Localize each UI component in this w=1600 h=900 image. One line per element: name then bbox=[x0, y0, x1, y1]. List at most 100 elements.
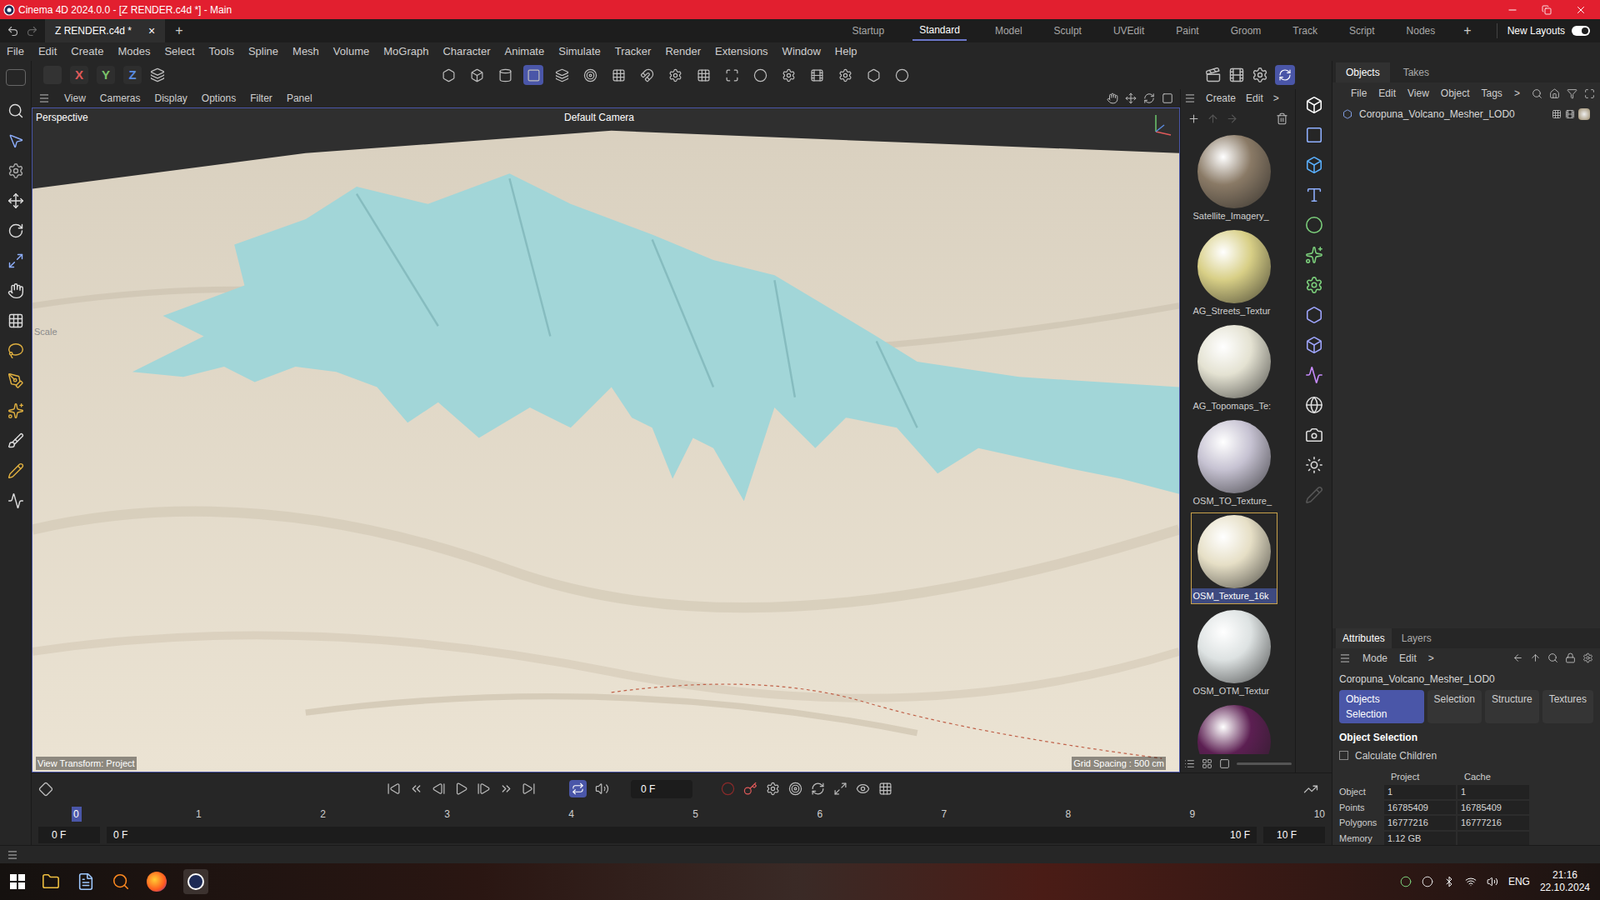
tweak-icon[interactable] bbox=[7, 162, 25, 180]
toolbar-button[interactable] bbox=[863, 65, 884, 85]
point-icon[interactable] bbox=[7, 312, 25, 330]
key-pos-icon[interactable] bbox=[788, 781, 803, 796]
recent-button[interactable] bbox=[43, 65, 62, 85]
render-settings-icon[interactable] bbox=[1251, 66, 1269, 84]
axis-button[interactable]: X bbox=[70, 65, 89, 85]
toolbar-button[interactable] bbox=[891, 65, 912, 85]
cinema4d-task[interactable] bbox=[183, 869, 209, 895]
material-arrow-icon[interactable] bbox=[1225, 112, 1239, 125]
redo-icon[interactable] bbox=[25, 25, 39, 38]
deformer-icon[interactable] bbox=[1305, 305, 1324, 325]
panel-toggle[interactable] bbox=[5, 69, 26, 86]
attributes-tab[interactable]: Attributes bbox=[1335, 628, 1392, 649]
material-item[interactable]: OSM_TO_Texture_ bbox=[1190, 417, 1278, 510]
toolbar-button[interactable] bbox=[438, 65, 459, 85]
menu-item[interactable]: Tracker bbox=[615, 43, 652, 60]
key-pla-icon[interactable] bbox=[878, 781, 893, 796]
record-icon[interactable] bbox=[720, 781, 735, 796]
menu-item[interactable]: Simulate bbox=[558, 43, 601, 60]
toolbar-button[interactable] bbox=[721, 65, 742, 85]
tool-icon[interactable] bbox=[753, 68, 768, 83]
toolbar-button[interactable] bbox=[580, 65, 600, 85]
language[interactable]: ENG bbox=[1508, 874, 1530, 890]
document-close[interactable]: × bbox=[148, 22, 155, 40]
volume-icon[interactable] bbox=[1486, 875, 1499, 888]
layout-tab[interactable]: UVEdit bbox=[1110, 23, 1148, 39]
toolbar-button[interactable] bbox=[693, 65, 714, 85]
attributes-section-button[interactable]: Selection bbox=[1427, 690, 1482, 724]
toolbar-button[interactable] bbox=[495, 65, 515, 85]
toolbar-button[interactable] bbox=[523, 65, 544, 85]
tool-icon[interactable] bbox=[781, 68, 796, 83]
layout-tab[interactable]: Nodes bbox=[1403, 23, 1440, 39]
menu-item[interactable]: Help bbox=[835, 43, 858, 60]
pencil-icon[interactable] bbox=[7, 462, 25, 480]
add-material-icon[interactable] bbox=[1187, 112, 1200, 125]
menu-item[interactable]: Tools bbox=[209, 43, 235, 60]
axis-button[interactable]: Y bbox=[96, 65, 115, 85]
tool-icon[interactable] bbox=[526, 68, 541, 83]
key-param-icon[interactable] bbox=[855, 781, 870, 796]
tool-icon[interactable] bbox=[640, 68, 655, 83]
toolbar-button[interactable] bbox=[636, 65, 657, 85]
menu-item[interactable]: Character bbox=[442, 43, 490, 60]
search-app-icon[interactable] bbox=[111, 872, 130, 891]
environment-icon[interactable] bbox=[1305, 395, 1324, 415]
viewport-menu-item[interactable]: Display bbox=[154, 90, 187, 106]
key-scale-icon[interactable] bbox=[833, 781, 848, 796]
material-menu-item[interactable]: Create bbox=[1205, 90, 1236, 106]
layout-tab[interactable]: Script bbox=[1345, 23, 1379, 39]
effector-icon[interactable] bbox=[1305, 275, 1324, 295]
menu-item[interactable]: File bbox=[6, 43, 25, 60]
bluetooth-icon[interactable] bbox=[1443, 875, 1455, 888]
object-icon[interactable] bbox=[1305, 125, 1324, 145]
menu-item[interactable]: Modes bbox=[117, 43, 150, 60]
objects-menu-item[interactable]: Tags bbox=[1481, 85, 1503, 101]
tool-icon[interactable] bbox=[810, 68, 825, 83]
objects-tab[interactable]: Takes bbox=[1393, 62, 1440, 83]
viewport-menu-item[interactable]: Cameras bbox=[100, 90, 141, 106]
windows-start-icon[interactable] bbox=[10, 874, 25, 890]
material-item[interactable]: AG_Streets_Textur bbox=[1190, 227, 1278, 320]
object-row[interactable]: Coropuna_Volcano_Mesher_LOD0 bbox=[1332, 105, 1600, 123]
coordinate-icon[interactable] bbox=[150, 67, 165, 83]
preview-range[interactable]: 0 F10 F bbox=[106, 826, 1257, 844]
material-menu-item[interactable]: > bbox=[1273, 90, 1280, 106]
undo-icon[interactable] bbox=[6, 25, 20, 38]
close-icon[interactable] bbox=[1575, 4, 1587, 16]
current-frame[interactable]: 0 F bbox=[630, 780, 693, 799]
tool-icon[interactable] bbox=[895, 68, 910, 83]
clock[interactable]: 21:1622.10.2024 bbox=[1540, 869, 1590, 895]
up-icon[interactable] bbox=[1530, 652, 1541, 664]
text-icon[interactable] bbox=[1305, 185, 1324, 205]
key-rot-icon[interactable] bbox=[810, 781, 825, 796]
menu-item[interactable]: Volume bbox=[333, 43, 370, 60]
start-frame[interactable]: 0 F bbox=[38, 826, 100, 844]
mograph-icon[interactable] bbox=[1305, 245, 1324, 265]
preview-icon[interactable] bbox=[1219, 758, 1230, 770]
material-menu-icon[interactable] bbox=[1184, 92, 1196, 105]
menu-item[interactable]: MoGraph bbox=[383, 43, 429, 60]
viewport-canvas[interactable]: PerspectiveDefault CameraScaleView Trans… bbox=[31, 107, 1180, 773]
prev-key-icon[interactable] bbox=[409, 781, 424, 796]
firefox-icon[interactable] bbox=[146, 871, 167, 892]
tool-icon[interactable] bbox=[696, 68, 711, 83]
axis-button[interactable]: Z bbox=[123, 65, 142, 85]
toolbar-button[interactable] bbox=[551, 65, 572, 85]
toolbar-button[interactable] bbox=[778, 65, 799, 85]
objects-menu-item[interactable]: Edit bbox=[1378, 85, 1396, 101]
search-icon[interactable] bbox=[7, 102, 25, 120]
delete-material-icon[interactable] bbox=[1275, 112, 1289, 125]
objects-tab[interactable]: Objects bbox=[1335, 62, 1390, 83]
time-ruler[interactable]: 012345678910 bbox=[31, 805, 1332, 825]
rotate-icon[interactable] bbox=[7, 222, 25, 240]
layout-tab[interactable]: Sculpt bbox=[1050, 23, 1085, 39]
render-view-icon[interactable] bbox=[1205, 66, 1222, 84]
edit-icon[interactable] bbox=[1305, 485, 1324, 505]
layout-tab[interactable]: Groom bbox=[1227, 23, 1265, 39]
spline-icon[interactable] bbox=[7, 492, 25, 510]
calculate-children[interactable]: Calculate Children bbox=[1339, 748, 1594, 764]
viewport-menu-item[interactable]: Filter bbox=[250, 90, 273, 106]
camera-icon[interactable] bbox=[1305, 425, 1324, 445]
objects-menu-item[interactable]: File bbox=[1350, 85, 1367, 101]
